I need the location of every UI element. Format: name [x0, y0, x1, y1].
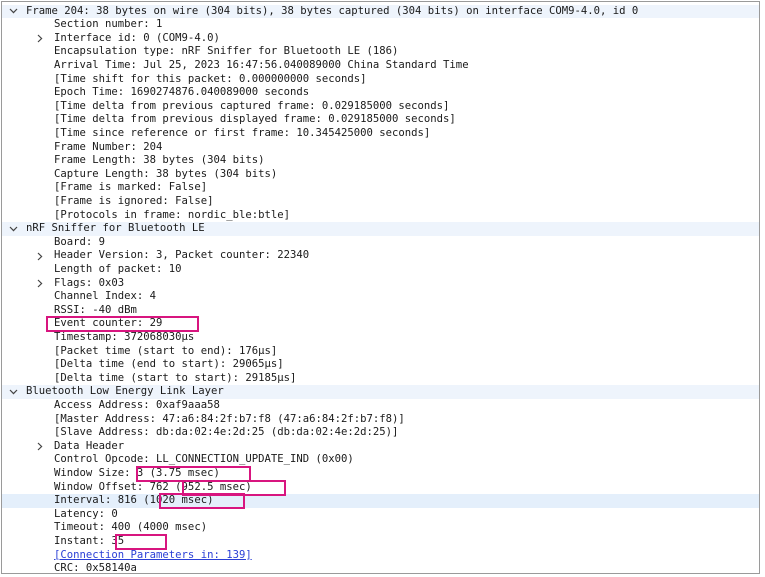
tree-field-row[interactable]: Length of packet: 10	[2, 263, 759, 277]
tree-field-row[interactable]: Access Address: 0xaf9aaa58	[2, 399, 759, 413]
tree-row-label: Window Size: 3 (3.75 msec)	[54, 466, 220, 479]
tree-field-row[interactable]: Board: 9	[2, 236, 759, 250]
tree-section-header[interactable]: Frame 204: 38 bytes on wire (304 bits), …	[2, 4, 759, 19]
chevron-down-icon[interactable]	[8, 385, 18, 399]
tree-row-label: Capture Length: 38 bytes (304 bits)	[54, 167, 278, 180]
tree-field-row[interactable]: Control Opcode: LL_CONNECTION_UPDATE_IND…	[2, 453, 759, 467]
tree-row-label: Length of packet: 10	[54, 262, 182, 275]
chevron-right-icon[interactable]	[35, 440, 45, 454]
tree-row-label: [Protocols in frame: nordic_ble:btle]	[54, 208, 290, 221]
tree-field-row[interactable]: Encapsulation type: nRF Sniffer for Blue…	[2, 45, 759, 59]
tree-field-row[interactable]: [Slave Address: db:da:02:4e:2d:25 (db:da…	[2, 426, 759, 440]
tree-field-row[interactable]: Arrival Time: Jul 25, 2023 16:47:56.0400…	[2, 59, 759, 73]
tree-field-row[interactable]: Latency: 0	[2, 508, 759, 522]
tree-field-row[interactable]: Capture Length: 38 bytes (304 bits)	[2, 168, 759, 182]
tree-field-row[interactable]: Frame Number: 204	[2, 141, 759, 155]
tree-field-row[interactable]: Epoch Time: 1690274876.040089000 seconds	[2, 86, 759, 100]
tree-row-label: Frame 204: 38 bytes on wire (304 bits), …	[26, 4, 639, 17]
chevron-down-icon[interactable]	[8, 5, 18, 19]
tree-field-row[interactable]: [Time delta from previous captured frame…	[2, 100, 759, 114]
chevron-right-icon[interactable]	[35, 249, 45, 263]
tree-row-label: [Slave Address: db:da:02:4e:2d:25 (db:da…	[54, 426, 399, 439]
tree-row-label: RSSI: -40 dBm	[54, 303, 137, 316]
tree-row-label: Board: 9	[54, 235, 106, 248]
tree-row-label: Access Address: 0xaf9aaa58	[54, 398, 220, 411]
chevron-right-icon[interactable]	[35, 32, 45, 46]
tree-row-label: Frame Number: 204	[54, 140, 163, 153]
tree-row-label: [Time delta from previous captured frame…	[54, 99, 450, 112]
tree-field-row[interactable]: Timeout: 400 (4000 msec)	[2, 521, 759, 535]
tree-row-label: [Frame is marked: False]	[54, 181, 208, 194]
tree-row-label: [Frame is ignored: False]	[54, 194, 214, 207]
tree-row-label: [Time shift for this packet: 0.000000000…	[54, 72, 367, 85]
chevron-right-icon[interactable]	[35, 277, 45, 291]
tree-row-label: Channel Index: 4	[54, 290, 157, 303]
tree-row-label: Timeout: 400 (4000 msec)	[54, 521, 208, 534]
tree-field-row[interactable]: [Frame is ignored: False]	[2, 195, 759, 209]
tree-row-label: Epoch Time: 1690274876.040089000 seconds	[54, 86, 310, 99]
chevron-down-icon[interactable]	[8, 222, 18, 236]
tree-row-label: Data Header	[54, 439, 125, 452]
tree-row-label: Interface id: 0 (COM9-4.0)	[54, 31, 220, 44]
connection-parameters-link[interactable]: [Connection Parameters in: 139]	[54, 549, 252, 563]
tree-row-label: Window Offset: 762 (952.5 msec)	[54, 480, 252, 493]
tree-field-row[interactable]: Header Version: 3, Packet counter: 22340	[2, 249, 759, 263]
tree-field-row[interactable]: [Protocols in frame: nordic_ble:btle]	[2, 209, 759, 223]
tree-field-row[interactable]: [Packet time (start to end): 176µs]	[2, 345, 759, 359]
tree-field-row[interactable]: [Delta time (start to start): 29185µs]	[2, 372, 759, 386]
tree-section-header[interactable]: Bluetooth Low Energy Link Layer	[2, 385, 759, 399]
tree-field-row[interactable]: RSSI: -40 dBm	[2, 304, 759, 318]
tree-field-row[interactable]: Window Offset: 762 (952.5 msec)	[2, 481, 759, 495]
tree-row-label: [Packet time (start to end): 176µs]	[54, 344, 278, 357]
tree-field-row[interactable]: [Time since reference or first frame: 10…	[2, 127, 759, 141]
tree-row-label: [Time delta from previous displayed fram…	[54, 113, 456, 126]
tree-field-row[interactable]: Frame Length: 38 bytes (304 bits)	[2, 154, 759, 168]
tree-row-label: Section number: 1	[54, 18, 163, 31]
tree-field-row[interactable]: Timestamp: 372068030µs	[2, 331, 759, 345]
tree-row-label: Control Opcode: LL_CONNECTION_UPDATE_IND…	[54, 453, 354, 466]
tree-field-row[interactable]: Instant: 35	[2, 535, 759, 549]
tree-field-row[interactable]: [Delta time (end to start): 29065µs]	[2, 358, 759, 372]
tree-row-label: Header Version: 3, Packet counter: 22340	[54, 249, 310, 262]
tree-field-row[interactable]: Window Size: 3 (3.75 msec)	[2, 467, 759, 481]
tree-field-row[interactable]: Flags: 0x03	[2, 277, 759, 291]
tree-field-row[interactable]: Section number: 1	[2, 18, 759, 32]
tree-row-label: [Time since reference or first frame: 10…	[54, 126, 431, 139]
tree-field-row[interactable]: CRC: 0x58140a	[2, 562, 759, 576]
tree-row-label: Latency: 0	[54, 507, 118, 520]
tree-field-row[interactable]: Data Header	[2, 440, 759, 454]
tree-field-row[interactable]: Interface id: 0 (COM9-4.0)	[2, 32, 759, 46]
tree-field-row[interactable]: [Connection Parameters in: 139]	[2, 549, 759, 563]
tree-row-label: nRF Sniffer for Bluetooth LE	[26, 222, 205, 235]
tree-section-header[interactable]: nRF Sniffer for Bluetooth LE	[2, 222, 759, 236]
tree-row-label: Timestamp: 372068030µs	[54, 330, 195, 343]
tree-field-row[interactable]: [Master Address: 47:a6:84:2f:b7:f8 (47:a…	[2, 413, 759, 427]
tree-field-row[interactable]: [Time delta from previous displayed fram…	[2, 113, 759, 127]
tree-field-row[interactable]: [Time shift for this packet: 0.000000000…	[2, 73, 759, 87]
tree-field-row[interactable]: [Frame is marked: False]	[2, 181, 759, 195]
tree-row-label: Flags: 0x03	[54, 276, 125, 289]
tree-row-label: [Delta time (start to start): 29185µs]	[54, 371, 297, 384]
tree-row-label: Interval: 816 (1020 msec)	[54, 494, 214, 507]
tree-row-label: Event counter: 29	[54, 317, 163, 330]
tree-row-label: [Master Address: 47:a6:84:2f:b7:f8 (47:a…	[54, 412, 405, 425]
tree-field-row[interactable]: Channel Index: 4	[2, 290, 759, 304]
tree-field-row[interactable]: Event counter: 29	[2, 317, 759, 331]
tree-row-label: CRC: 0x58140a	[54, 562, 137, 575]
tree-row-label: Bluetooth Low Energy Link Layer	[26, 385, 224, 398]
tree-row-label: Arrival Time: Jul 25, 2023 16:47:56.0400…	[54, 58, 469, 71]
tree-row-label: Encapsulation type: nRF Sniffer for Blue…	[54, 45, 399, 58]
packet-details-pane: Frame 204: 38 bytes on wire (304 bits), …	[1, 1, 760, 574]
tree-row-label: [Delta time (end to start): 29065µs]	[54, 358, 284, 371]
tree-row-label: Instant: 35	[54, 534, 125, 547]
tree-field-row[interactable]: Interval: 816 (1020 msec)	[2, 494, 759, 508]
tree-row-label: Frame Length: 38 bytes (304 bits)	[54, 154, 265, 167]
